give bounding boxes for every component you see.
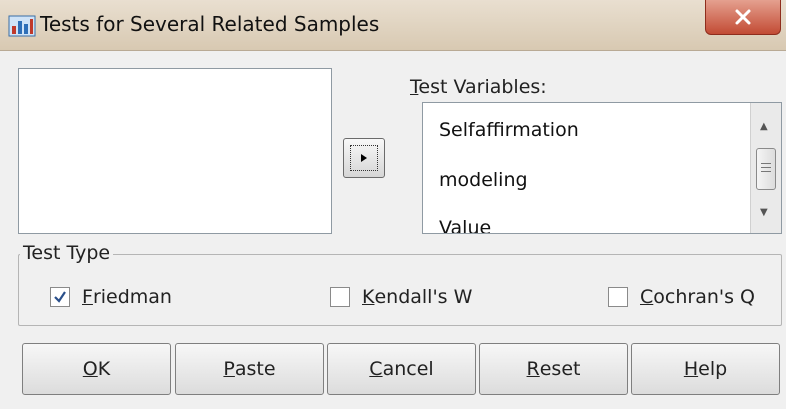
checkbox-box[interactable] [330, 287, 350, 307]
kendalls-w-checkbox[interactable]: Kendall's W [330, 286, 472, 308]
app-icon [8, 15, 36, 37]
test-type-legend: Test Type [20, 242, 114, 264]
move-variable-button[interactable] [343, 138, 385, 178]
list-item[interactable]: Value [439, 217, 491, 233]
close-icon [735, 9, 751, 25]
friedman-checkbox[interactable]: Friedman [50, 286, 172, 308]
window-title: Tests for Several Related Samples [40, 12, 380, 36]
list-item[interactable]: modeling [439, 169, 528, 191]
help-button[interactable]: Help [631, 343, 780, 395]
source-variable-list[interactable] [18, 68, 332, 234]
title-bar[interactable]: Tests for Several Related Samples [0, 0, 786, 51]
vertical-scrollbar[interactable]: ▲ ▼ [750, 103, 781, 233]
paste-button[interactable]: Paste [175, 343, 324, 395]
scrollbar-thumb[interactable] [756, 148, 776, 190]
checkbox-box[interactable] [50, 287, 70, 307]
scroll-up-icon[interactable]: ▲ [760, 121, 768, 132]
checkbox-box[interactable] [608, 287, 628, 307]
check-icon [54, 291, 66, 303]
cochrans-q-checkbox[interactable]: Cochran's Q [608, 286, 755, 308]
arrow-right-icon [361, 154, 367, 162]
test-variables-list[interactable]: Selfaffirmation modeling Value ▲ ▼ [422, 102, 782, 234]
test-variables-label: Test Variables: [410, 76, 547, 98]
scroll-down-icon[interactable]: ▼ [760, 207, 768, 218]
cancel-button[interactable]: Cancel [327, 343, 476, 395]
ok-button[interactable]: OK [22, 343, 171, 395]
reset-button[interactable]: Reset [479, 343, 628, 395]
close-button[interactable] [705, 0, 781, 35]
list-item[interactable]: Selfaffirmation [439, 119, 579, 141]
